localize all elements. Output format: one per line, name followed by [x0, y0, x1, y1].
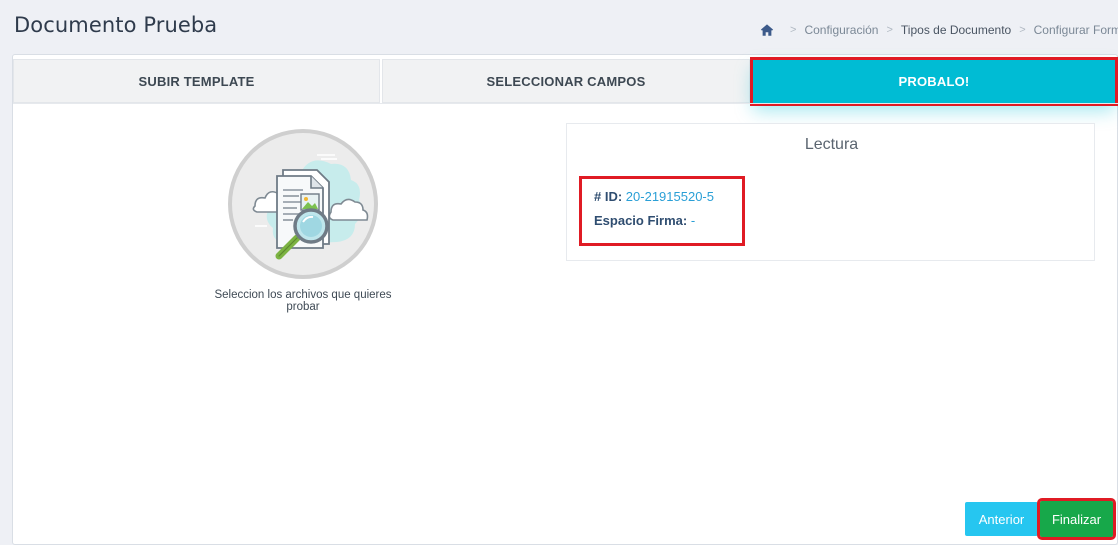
finish-button[interactable]: Finalizar [1037, 498, 1116, 540]
wizard-tabs: SUBIR TEMPLATE SELECCIONAR CAMPOS PROBAL… [13, 57, 1118, 106]
tabs-divider [13, 103, 1118, 104]
field-espacio-firma-value: - [690, 213, 696, 228]
lectura-title: Lectura [804, 136, 859, 153]
field-espacio-firma: Espacio Firma: - [594, 213, 695, 228]
tab-subir-template[interactable]: SUBIR TEMPLATE [13, 59, 380, 103]
previous-button[interactable]: Anterior [965, 502, 1038, 536]
tab-seleccionar-campos[interactable]: SELECCIONAR CAMPOS [382, 59, 750, 103]
breadcrumb-item-tipos-de-documento[interactable]: Tipos de Documento [901, 23, 1011, 37]
breadcrumb: > Configuración > Tipos de Documento > C… [760, 21, 1118, 39]
file-upload-area[interactable]: Seleccion los archivos que quieres proba… [198, 127, 408, 313]
breadcrumb-item-configuracion[interactable]: Configuración [804, 23, 878, 37]
field-id-label: # ID: [594, 189, 623, 204]
lectura-panel: Lectura # ID: 20-21915520-5 Espacio Firm… [566, 123, 1095, 261]
breadcrumb-separator: > [1019, 24, 1026, 36]
upload-caption: Seleccion los archivos que quieres proba… [214, 289, 392, 313]
field-id-value: 20-21915520-5 [625, 189, 714, 204]
document-search-icon[interactable] [227, 128, 379, 280]
page-title: Documento Prueba [14, 13, 218, 37]
extracted-fields: # ID: 20-21915520-5 Espacio Firma: - [579, 176, 745, 246]
home-icon[interactable] [760, 23, 774, 37]
wizard-card: SUBIR TEMPLATE SELECCIONAR CAMPOS PROBAL… [12, 54, 1118, 545]
breadcrumb-separator: > [886, 24, 893, 36]
field-espacio-firma-label: Espacio Firma: [594, 213, 688, 228]
breadcrumb-item-configurar-formato: Configurar Formato [1033, 23, 1118, 37]
tab-probalo[interactable]: PROBALO! [750, 57, 1118, 106]
field-id: # ID: 20-21915520-5 [594, 189, 714, 204]
breadcrumb-separator: > [790, 24, 797, 36]
